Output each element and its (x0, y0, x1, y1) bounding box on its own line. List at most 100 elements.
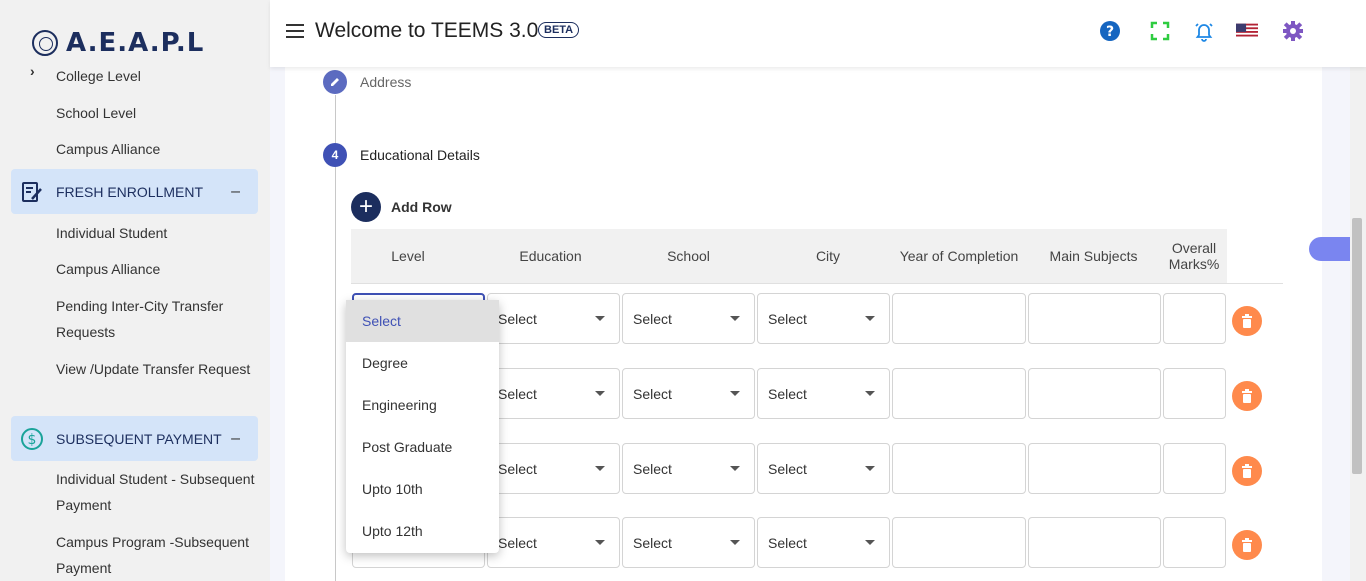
step-number-badge: 4 (323, 143, 347, 167)
dropdown-option[interactable]: Engineering (346, 384, 499, 426)
trash-icon (1242, 314, 1252, 328)
sidebar-item-campus-subsequent[interactable]: Campus Program -Subsequent Payment (56, 529, 256, 581)
sidebar-item-college-level[interactable]: College Level (56, 63, 256, 89)
fullscreen-icon[interactable] (1149, 20, 1171, 42)
plus-icon: + (351, 192, 381, 222)
chevron-right-icon[interactable]: › (30, 63, 35, 79)
dropdown-option[interactable]: Degree (346, 342, 499, 384)
sidebar-item-individual-subsequent[interactable]: Individual Student - Subsequent Payment (56, 466, 256, 518)
select-value: Select (498, 535, 537, 551)
city-select[interactable]: Select (757, 293, 890, 344)
delete-row-button[interactable] (1232, 456, 1262, 486)
dropdown-option[interactable]: Post Graduate (346, 426, 499, 468)
dropdown-option[interactable]: Select (346, 300, 499, 342)
sidebar-section-label: FRESH ENROLLMENT (56, 183, 204, 200)
select-value: Select (633, 386, 672, 402)
side-drawer-tab[interactable] (1309, 237, 1351, 261)
stepper-line (335, 167, 336, 581)
trash-icon (1242, 538, 1252, 552)
select-value: Select (768, 461, 807, 477)
logo: A.E.A.P.L (32, 28, 204, 58)
year-input[interactable] (892, 443, 1026, 494)
select-value: Select (498, 386, 537, 402)
settings-gear-icon[interactable] (1282, 20, 1304, 42)
alarm-bell-icon[interactable] (1193, 20, 1215, 42)
select-value: Select (768, 535, 807, 551)
add-row-label: Add Row (391, 199, 452, 215)
collapse-icon[interactable]: – (231, 183, 240, 201)
subjects-input[interactable] (1028, 517, 1161, 568)
sidebar-item-pending-transfer[interactable]: Pending Inter-City Transfer Requests (56, 293, 256, 345)
select-value: Select (768, 311, 807, 327)
column-header-education: Education (519, 248, 582, 264)
sidebar-item-view-update-transfer[interactable]: View /Update Transfer Request (56, 356, 256, 382)
edit-form-icon (19, 179, 45, 205)
education-select[interactable]: Select (487, 368, 620, 419)
education-select[interactable]: Select (487, 443, 620, 494)
education-select[interactable]: Select (487, 517, 620, 568)
dropdown-option[interactable]: Upto 10th (346, 468, 499, 510)
subjects-input[interactable] (1028, 293, 1161, 344)
column-header-year: Year of Completion (899, 248, 1019, 264)
edit-pencil-icon[interactable] (323, 70, 347, 94)
dropdown-arrow-icon (865, 316, 875, 321)
marks-input[interactable] (1163, 517, 1226, 568)
school-select[interactable]: Select (622, 443, 755, 494)
sidebar-section-fresh-enrollment[interactable]: FRESH ENROLLMENT – (11, 169, 258, 214)
logo-emblem-icon (32, 30, 58, 56)
city-select[interactable]: Select (757, 368, 890, 419)
dropdown-arrow-icon (730, 391, 740, 396)
sidebar-item-campus-alliance[interactable]: Campus Alliance (56, 136, 256, 162)
column-header-school: School (667, 248, 710, 264)
delete-row-button[interactable] (1232, 306, 1262, 336)
logo-text: A.E.A.P.L (66, 28, 205, 58)
select-value: Select (633, 311, 672, 327)
add-row-button[interactable]: + Add Row (351, 192, 452, 222)
education-select[interactable]: Select (487, 293, 620, 344)
sidebar-item-school-level[interactable]: School Level (56, 100, 256, 126)
dollar-icon: $ (19, 426, 45, 452)
help-icon[interactable]: ? (1099, 20, 1121, 42)
dropdown-arrow-icon (730, 316, 740, 321)
sidebar-section-subsequent-payment[interactable]: $ SUBSEQUENT PAYMENT – (11, 416, 258, 461)
select-value: Select (498, 461, 537, 477)
school-select[interactable]: Select (622, 517, 755, 568)
us-flag-icon[interactable] (1236, 20, 1258, 42)
menu-icon[interactable] (286, 24, 304, 38)
table-header: Level Education School City Year of Comp… (351, 229, 1227, 283)
marks-input[interactable] (1163, 368, 1226, 419)
step-address-label[interactable]: Address (360, 74, 411, 90)
trash-icon (1242, 464, 1252, 478)
step-education-label: Educational Details (360, 147, 480, 163)
year-input[interactable] (892, 293, 1026, 344)
dropdown-arrow-icon (865, 540, 875, 545)
marks-input[interactable] (1163, 443, 1226, 494)
select-value: Select (498, 311, 537, 327)
scrollbar-thumb[interactable] (1352, 218, 1362, 474)
dropdown-option[interactable]: Upto 12th (346, 510, 499, 552)
divider (351, 283, 1283, 284)
city-select[interactable]: Select (757, 443, 890, 494)
delete-row-button[interactable] (1232, 530, 1262, 560)
delete-row-button[interactable] (1232, 381, 1262, 411)
collapse-icon[interactable]: – (231, 430, 240, 448)
city-select[interactable]: Select (757, 517, 890, 568)
dropdown-arrow-icon (595, 540, 605, 545)
sidebar-item-individual-student[interactable]: Individual Student (56, 220, 256, 246)
school-select[interactable]: Select (622, 293, 755, 344)
dropdown-arrow-icon (730, 540, 740, 545)
year-input[interactable] (892, 368, 1026, 419)
trash-icon (1242, 389, 1252, 403)
select-value: Select (768, 386, 807, 402)
subjects-input[interactable] (1028, 443, 1161, 494)
subjects-input[interactable] (1028, 368, 1161, 419)
school-select[interactable]: Select (622, 368, 755, 419)
marks-input[interactable] (1163, 293, 1226, 344)
column-header-level: Level (391, 248, 425, 264)
dropdown-arrow-icon (730, 466, 740, 471)
select-value: Select (633, 535, 672, 551)
column-header-city: City (815, 248, 841, 264)
sidebar-item-campus-alliance-fresh[interactable]: Campus Alliance (56, 256, 256, 282)
year-input[interactable] (892, 517, 1026, 568)
svg-text:$: $ (28, 432, 37, 448)
